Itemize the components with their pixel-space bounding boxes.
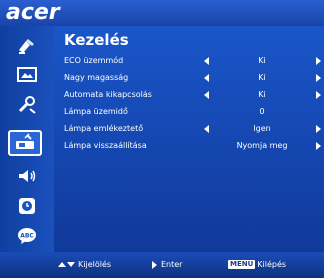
row-label: Lámpa emlékeztető	[64, 124, 144, 133]
menu-row-high-altitude[interactable]: Nagy magasság Ki	[54, 70, 324, 86]
arrow-right-icon[interactable]	[316, 91, 321, 99]
color-management-icon	[19, 39, 34, 54]
row-label: Automata kikapcsolás	[64, 90, 152, 99]
arrow-right-icon[interactable]	[316, 74, 321, 82]
menu-key-badge: MENU	[228, 260, 256, 269]
timer-icon	[19, 198, 35, 214]
svg-text:ABC: ABC	[20, 233, 34, 240]
audio-icon	[19, 170, 36, 182]
sidebar-item-audio[interactable]	[12, 164, 42, 188]
arrow-left-icon[interactable]	[204, 74, 209, 82]
sidebar-item-timer[interactable]	[12, 194, 42, 218]
sidebar-item-settings[interactable]	[12, 93, 42, 117]
footer-bar: Kijelölés Enter MENU Kilépés	[0, 252, 324, 278]
hint-exit: MENU Kilépés	[228, 260, 286, 269]
sidebar-item-language[interactable]: ABC	[12, 224, 42, 248]
menu-row-lamp-reminder[interactable]: Lámpa emlékeztető Igen	[54, 121, 324, 137]
settings-tools-icon	[18, 96, 36, 114]
hint-select: Kijelölés	[58, 260, 111, 269]
hint-enter: Enter	[152, 260, 182, 269]
row-label: ECO üzemmód	[64, 56, 124, 65]
row-value: Nyomja meg	[236, 141, 288, 150]
select-label: Kijelölés	[78, 260, 112, 269]
menu-title: Kezelés	[64, 31, 129, 49]
sidebar-item-management[interactable]	[8, 130, 42, 156]
image-settings-icon	[17, 67, 37, 82]
management-menu: Kezelés ECO üzemmód Ki Nagy magasság Ki …	[54, 26, 324, 252]
lamp-management-icon	[16, 133, 34, 149]
acer-logo: acer	[6, 0, 60, 25]
row-value: Ki	[258, 56, 266, 65]
enter-label: Enter	[161, 260, 183, 269]
menu-row-lamp-reset[interactable]: Lámpa visszaállítása Nyomja meg	[54, 138, 324, 154]
menu-row-lamp-hours: Lámpa üzemidő 0	[54, 104, 324, 120]
arrow-right-icon[interactable]	[316, 125, 321, 133]
exit-label: Kilépés	[257, 260, 287, 269]
arrow-right-icon[interactable]	[316, 142, 321, 150]
arrow-right-icon	[152, 260, 157, 269]
row-value: Ki	[258, 90, 266, 99]
arrow-left-icon[interactable]	[204, 125, 209, 133]
row-label: Lámpa üzemidő	[64, 107, 128, 116]
row-label: Lámpa visszaállítása	[64, 141, 147, 150]
arrow-left-icon[interactable]	[204, 57, 209, 65]
arrow-left-icon[interactable]	[204, 91, 209, 99]
row-label: Nagy magasság	[64, 73, 129, 82]
row-value: 0	[259, 107, 265, 116]
sidebar: ABC	[0, 26, 54, 252]
menu-row-eco-mode[interactable]: ECO üzemmód Ki	[54, 53, 324, 69]
arrow-right-icon[interactable]	[316, 57, 321, 65]
row-value: Igen	[253, 124, 271, 133]
top-bar: acer	[0, 0, 324, 26]
arrow-down-icon	[67, 262, 75, 267]
row-value: Ki	[258, 73, 266, 82]
menu-row-auto-shutdown[interactable]: Automata kikapcsolás Ki	[54, 87, 324, 103]
language-icon: ABC	[18, 228, 36, 244]
sidebar-item-color[interactable]	[12, 34, 42, 58]
sidebar-item-image[interactable]	[12, 63, 42, 87]
arrow-up-icon	[58, 262, 66, 267]
